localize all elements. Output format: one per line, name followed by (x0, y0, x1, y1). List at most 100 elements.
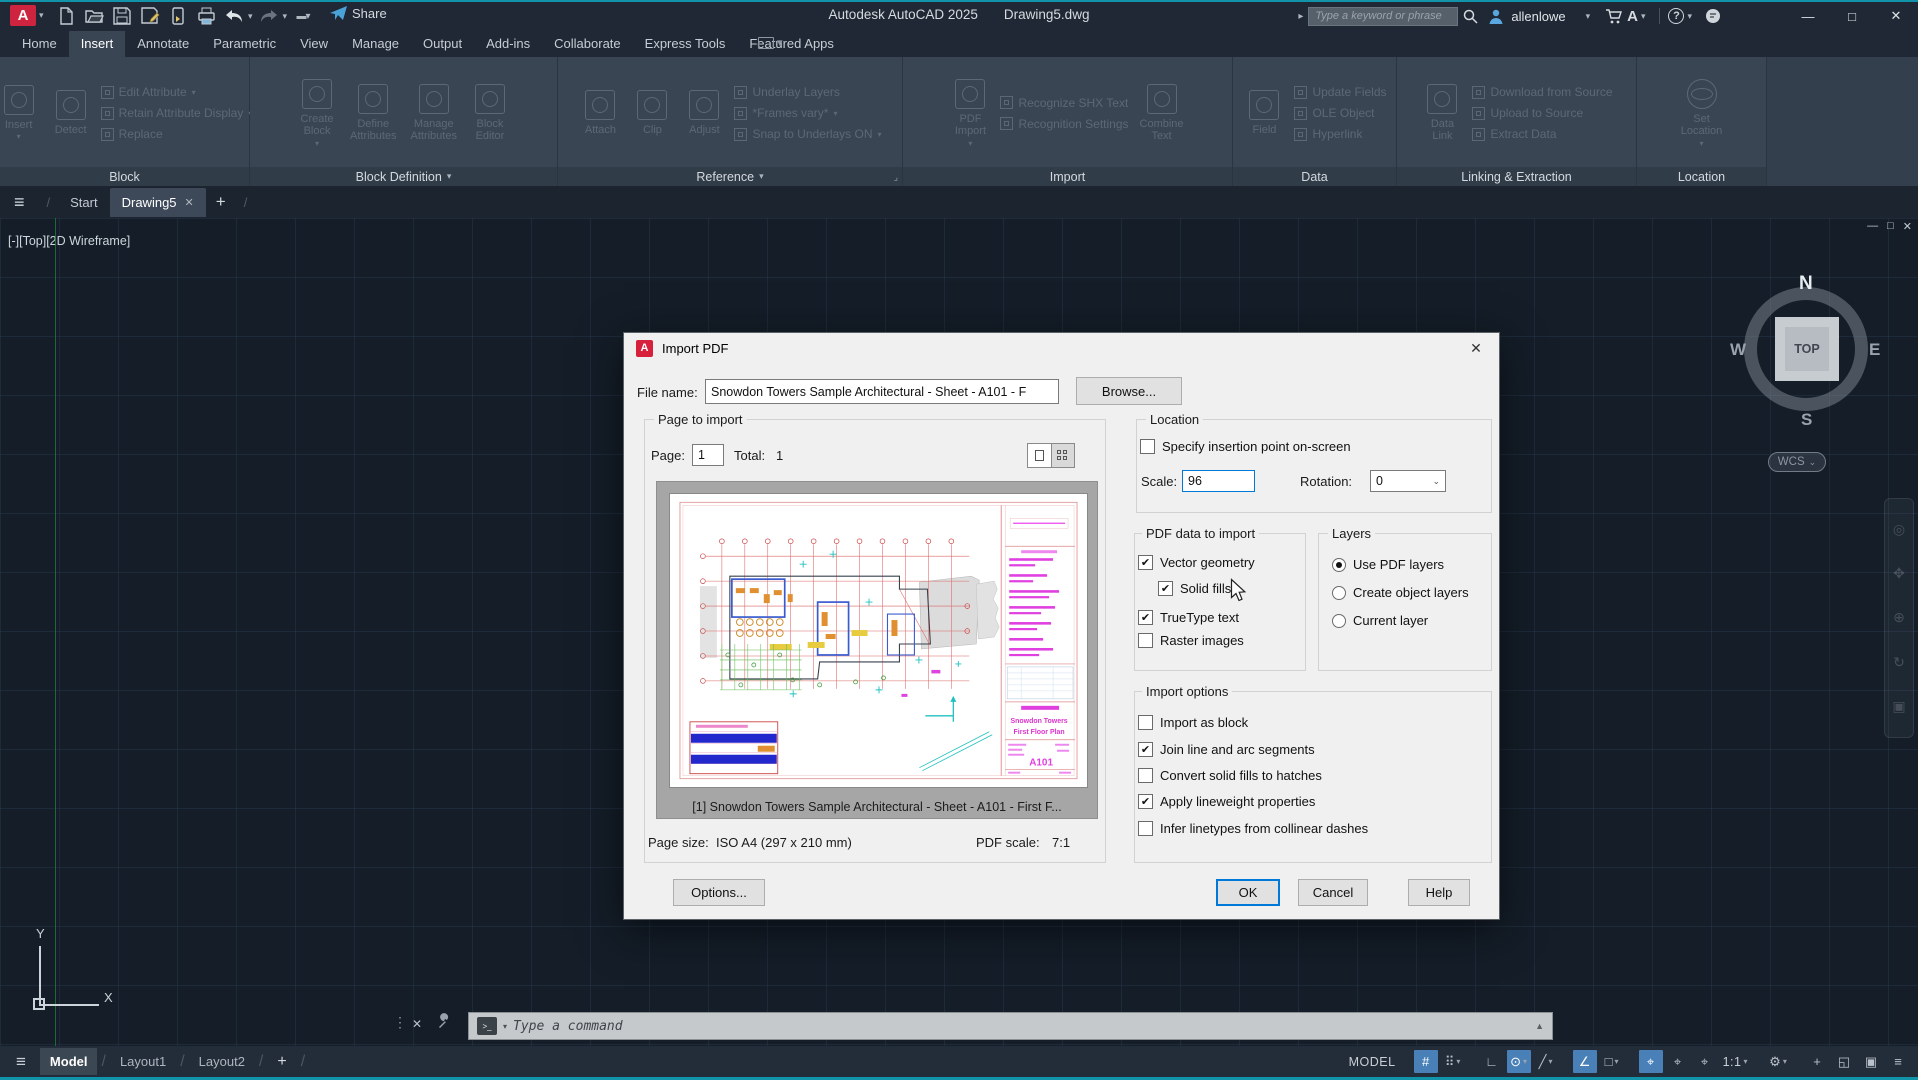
feedback-icon[interactable] (1705, 8, 1721, 24)
page-number-input[interactable]: 1 (692, 444, 724, 466)
options-button[interactable]: Options... (673, 879, 765, 906)
new-layout-button[interactable]: + (277, 1053, 286, 1071)
ribbon-button-combine-text[interactable]: CombineText (1135, 82, 1189, 145)
isolate-objects-icon[interactable]: ◱ (1832, 1050, 1856, 1073)
panel-label-linking-extraction[interactable]: Linking & Extraction (1397, 167, 1636, 186)
open-file-button[interactable] (80, 4, 108, 28)
ribbon-button-adjust[interactable]: Adjust (680, 88, 728, 139)
panel-label-reference[interactable]: Reference▾ (558, 167, 902, 186)
checkbox-raster-images[interactable]: Raster images (1138, 633, 1244, 648)
tab-express-tools[interactable]: Express Tools (633, 31, 738, 57)
tab-annotate[interactable]: Annotate (125, 31, 201, 57)
ok-button[interactable]: OK (1216, 879, 1280, 906)
panel-label-data[interactable]: Data (1233, 167, 1396, 186)
viewcube-top-face[interactable]: TOP (1775, 317, 1839, 381)
ribbon-button-edit-attribute[interactable]: Edit Attribute▾ (101, 85, 253, 99)
ribbon-button-hyperlink[interactable]: Hyperlink (1294, 127, 1386, 141)
ribbon-button-set-location[interactable]: SetLocation▾ (1676, 77, 1728, 150)
close-button[interactable]: ✕ (1874, 3, 1918, 29)
publish-mobile-button[interactable] (164, 4, 192, 28)
share-button[interactable]: Share (330, 6, 387, 21)
ribbon-button-snap-to-underlays-on[interactable]: Snap to Underlays ON▾ (734, 127, 881, 141)
wcs-menu[interactable]: WCS⌄ (1768, 452, 1826, 472)
object-snap-icon[interactable]: ⌖ (1639, 1050, 1663, 1073)
ribbon-button-recognize-shx-text[interactable]: Recognize SHX Text (1000, 96, 1128, 110)
checkbox-convert-solid-fills-to-hatches[interactable]: Convert solid fills to hatches (1138, 768, 1322, 783)
ortho-mode-icon[interactable]: ∟ (1480, 1050, 1504, 1073)
tab-insert[interactable]: Insert (69, 31, 126, 57)
user-avatar-icon[interactable] (1488, 8, 1504, 24)
panel-label-location[interactable]: Location (1637, 167, 1766, 186)
panel-label-block[interactable]: Block (0, 167, 249, 186)
command-line-wrench-icon[interactable] (436, 1013, 453, 1035)
ribbon-button-frames-vary[interactable]: *Frames vary*▾ (734, 106, 881, 120)
tab-parametric[interactable]: Parametric (201, 31, 288, 57)
panel-launcher-icon[interactable]: ⌟ (894, 172, 898, 183)
ribbon-button-update-fields[interactable]: Update Fields (1294, 85, 1386, 99)
orbit-icon[interactable]: ↻ (1893, 654, 1905, 671)
checkbox-join-line-and-arc-segments[interactable]: ✔Join line and arc segments (1138, 742, 1315, 757)
user-dropdown-icon[interactable]: ▾ (1586, 11, 1591, 22)
tab-featured-apps[interactable]: Featured Apps (737, 31, 846, 57)
thumbnail-view-button[interactable] (1052, 444, 1075, 467)
search-input[interactable]: Type a keyword or phrase (1308, 7, 1458, 26)
command-history-icon[interactable]: ▲ (1535, 1021, 1544, 1031)
tab-layout1[interactable]: Layout1 (110, 1048, 176, 1075)
showmotion-icon[interactable]: ▣ (1892, 698, 1905, 715)
radio-use-pdf-layers[interactable]: Use PDF layers (1332, 557, 1444, 572)
ribbon-button-create-block[interactable]: CreateBlock▾ (293, 77, 341, 150)
pan-icon[interactable]: ✥ (1893, 565, 1905, 582)
command-line-grip[interactable]: ⋮ (393, 1014, 407, 1031)
dynamic-input-icon[interactable]: □▾ (1600, 1050, 1624, 1073)
ribbon-button-detect[interactable]: Detect (47, 88, 95, 139)
single-page-view-button[interactable] (1028, 444, 1052, 467)
ribbon-button-recognition-settings[interactable]: Recognition Settings (1000, 117, 1128, 131)
apps-dropdown-icon[interactable]: ▾ (1641, 11, 1646, 22)
radio-create-object-layers[interactable]: Create object layers (1332, 585, 1469, 600)
pdf-preview-page[interactable]: Snowdon Towers First Floor Plan A101 (670, 494, 1087, 787)
tab-add-ins[interactable]: Add-ins (474, 31, 542, 57)
zoom-icon[interactable]: ⊕ (1893, 609, 1905, 626)
viewport-minimize-icon[interactable]: — (1867, 220, 1878, 233)
tab-layout2[interactable]: Layout2 (189, 1048, 255, 1075)
ribbon-button-underlay-layers[interactable]: Underlay Layers (734, 85, 881, 99)
viewport-controls-label[interactable]: [-][Top][2D Wireframe] (8, 234, 130, 248)
navigation-bar[interactable]: ◎ ✥ ⊕ ↻ ▣ (1884, 498, 1914, 738)
ribbon-button-upload-to-source[interactable]: Upload to Source (1472, 106, 1612, 120)
undo-dropdown-icon[interactable]: ▾ (248, 11, 253, 22)
annotation-scale-button[interactable]: 1:1▾ (1720, 1050, 1751, 1073)
tab-drawing5[interactable]: Drawing5✕ (110, 188, 206, 217)
ribbon-button-block-editor[interactable]: BlockEditor (466, 82, 514, 145)
viewport-close-icon[interactable]: ✕ (1903, 220, 1912, 233)
ribbon-overflow-button[interactable]: ▾ (758, 36, 783, 55)
checkbox-import-as-block[interactable]: Import as block (1138, 715, 1248, 730)
tab-manage[interactable]: Manage (340, 31, 411, 57)
browse-button[interactable]: Browse... (1076, 377, 1182, 405)
grid-display-icon[interactable]: # (1414, 1050, 1438, 1073)
panel-label-import[interactable]: Import (903, 167, 1232, 186)
viewcube-east[interactable]: E (1869, 340, 1880, 360)
checkbox-solid-fills[interactable]: ✔Solid fills (1158, 581, 1231, 596)
maximize-button[interactable]: □ (1830, 3, 1874, 29)
annotation-monitor-icon[interactable]: ⌖ (1693, 1050, 1717, 1073)
command-line-input[interactable]: >_ ▾ Type a command ▲ (468, 1012, 1553, 1040)
tab-home[interactable]: Home (10, 31, 69, 57)
rotation-select[interactable]: 0 ⌄ (1370, 470, 1446, 492)
autodesk-a-icon[interactable]: A (1627, 8, 1638, 25)
tab-start[interactable]: Start (58, 188, 109, 217)
expand-search-icon[interactable]: ▸ (1298, 11, 1303, 22)
customization-menu-icon[interactable]: ≡ (1886, 1050, 1910, 1073)
ribbon-button-attach[interactable]: Attach (576, 88, 624, 139)
ribbon-button-retain-attribute-display[interactable]: Retain Attribute Display▾ (101, 106, 253, 120)
object-snap-tracking-icon[interactable]: ∠ (1573, 1050, 1597, 1073)
help-icon[interactable]: ? (1668, 8, 1684, 24)
new-drawing-tab-button[interactable]: + (216, 192, 226, 212)
tab-collaborate[interactable]: Collaborate (542, 31, 633, 57)
store-cart-icon[interactable] (1605, 9, 1622, 24)
ribbon-button-replace[interactable]: Replace (101, 127, 253, 141)
snap-mode-icon[interactable]: ⠿▾ (1441, 1050, 1465, 1073)
polar-tracking-icon[interactable]: ⊙▾ (1507, 1050, 1531, 1073)
redo-button[interactable] (255, 4, 283, 28)
ribbon-button-define-attributes[interactable]: DefineAttributes (345, 82, 401, 145)
undo-button[interactable] (220, 4, 248, 28)
